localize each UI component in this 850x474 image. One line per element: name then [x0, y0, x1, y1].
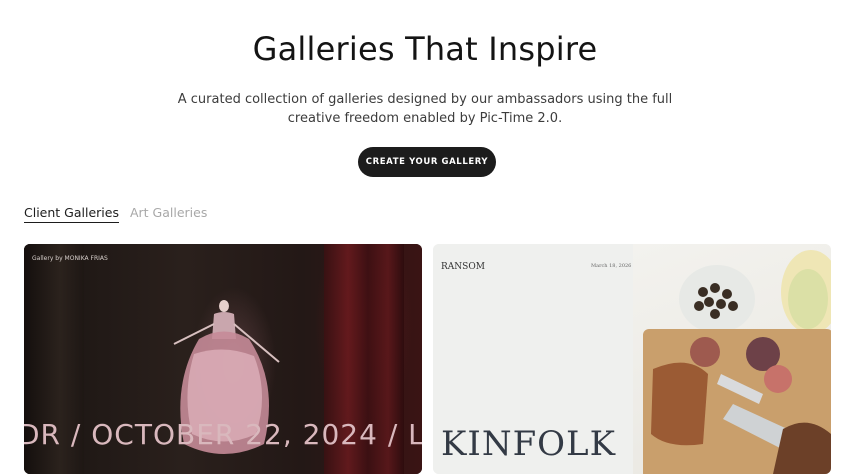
gallery-brand: RANSOM [441, 262, 485, 272]
gallery-card-client[interactable]: Gallery by MONIKA FRIAS DR / OCTOBER 22,… [24, 244, 422, 474]
tab-art-galleries[interactable]: Art Galleries [130, 205, 207, 223]
food-photo [633, 244, 831, 474]
page-title: Galleries That Inspire [252, 30, 598, 68]
page-subtitle: A curated collection of galleries design… [177, 92, 673, 126]
gallery-tabs: Client Galleries Art Galleries [24, 205, 207, 223]
gallery-card-kinfolk[interactable]: RANSOM March 18, 2026 KINFOLK [433, 244, 831, 474]
create-gallery-button[interactable]: CREATE YOUR GALLERY [358, 147, 496, 177]
gallery-banner-text: DR / OCTOBER 22, 2024 / LEX [24, 418, 422, 451]
gallery-credit: Gallery by MONIKA FRIAS [32, 255, 108, 262]
gallery-title: KINFOLK [441, 424, 617, 464]
tab-client-galleries[interactable]: Client Galleries [24, 205, 119, 223]
gallery-date: March 18, 2026 [591, 263, 632, 269]
food-photo-image [643, 250, 831, 474]
